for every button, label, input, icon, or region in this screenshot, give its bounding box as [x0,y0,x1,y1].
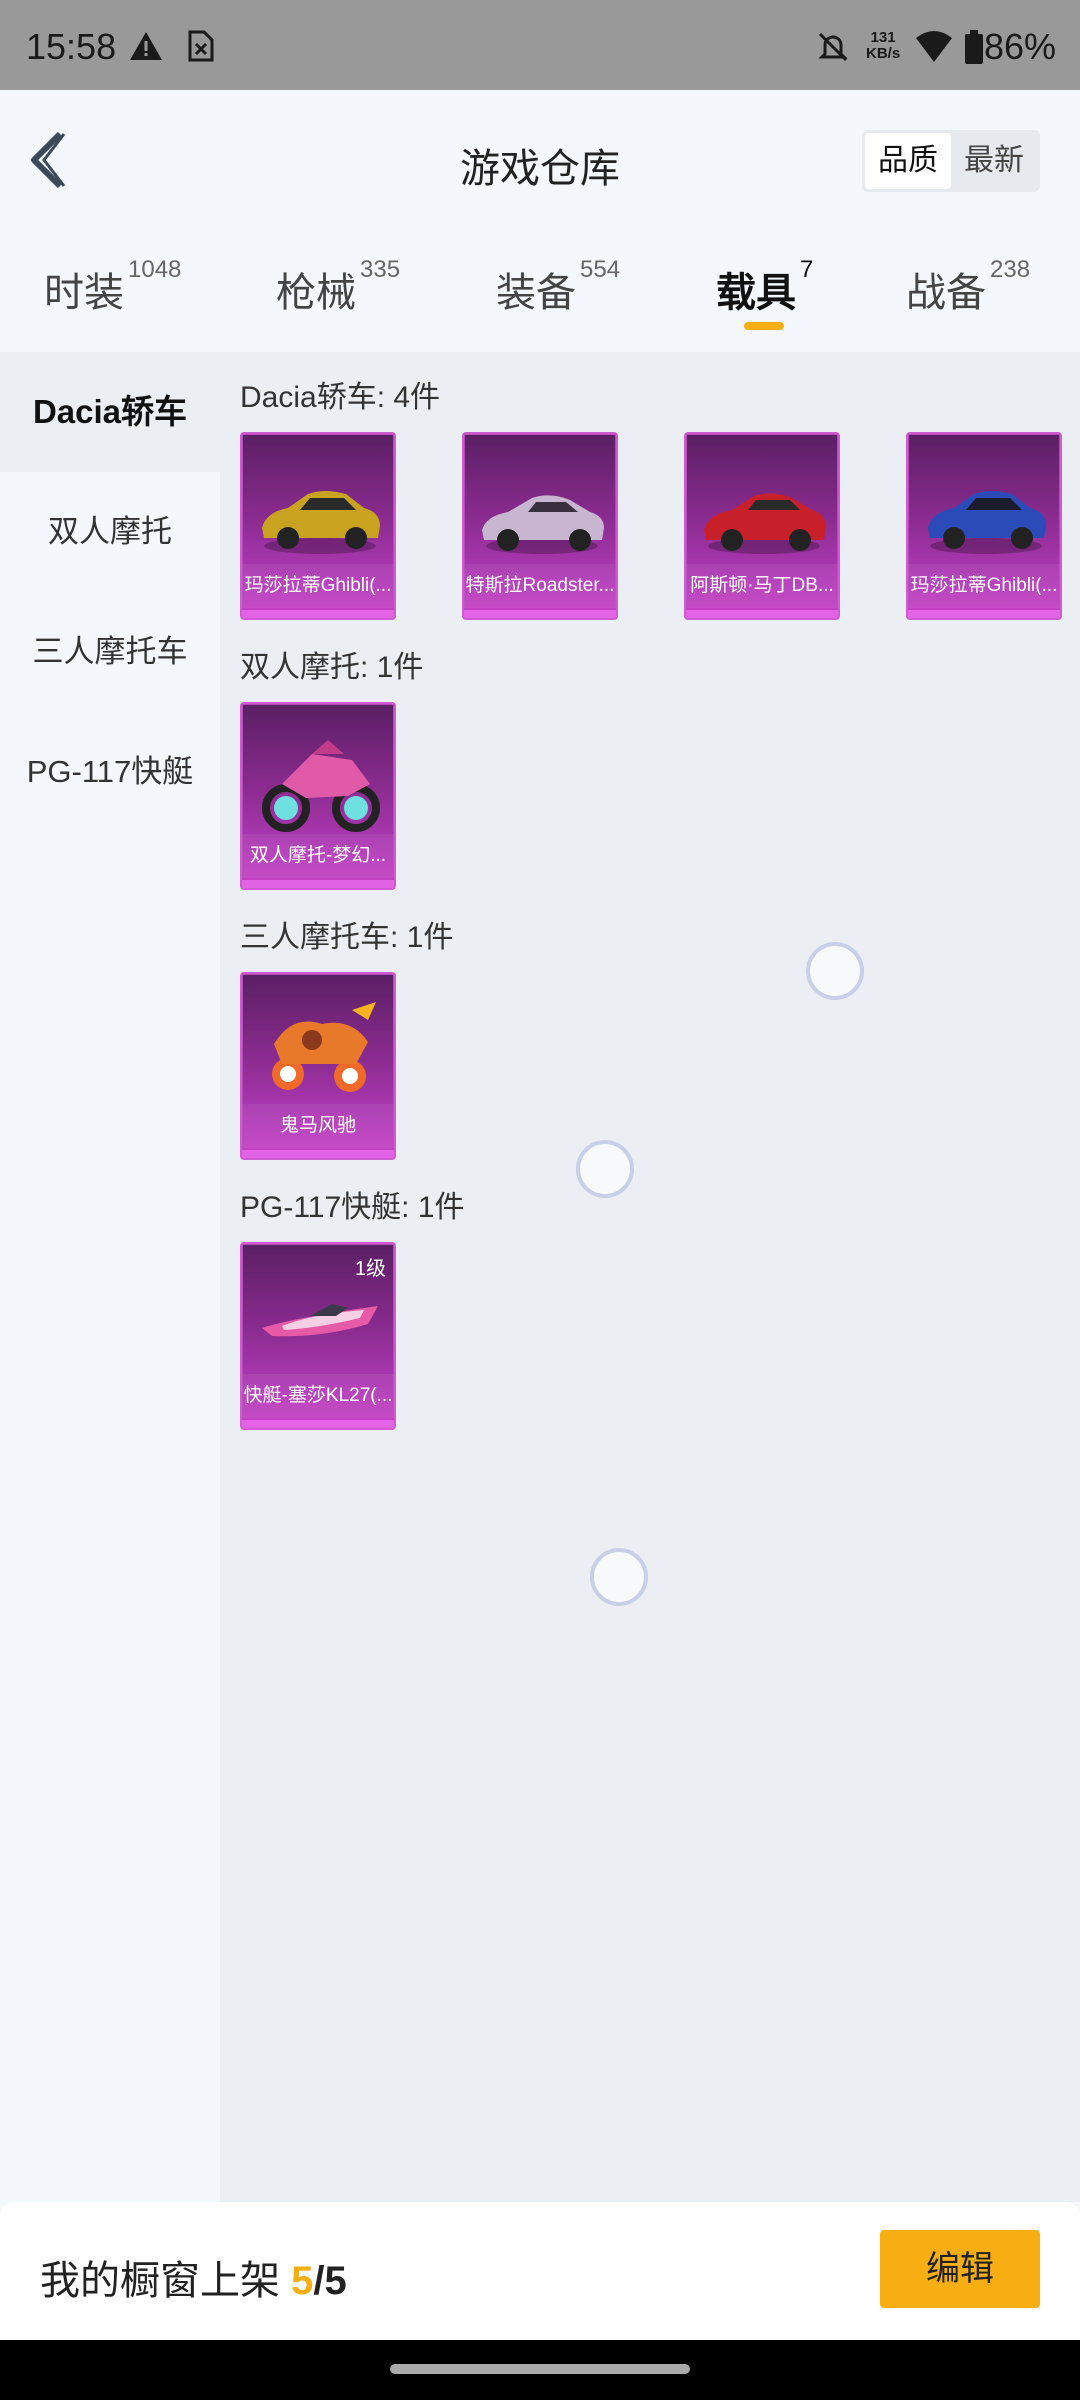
rarity-bar [686,610,838,618]
status-bar: 15:58 131 KB/s 86% [0,0,1080,90]
item-name: 阿斯顿·马丁DB... [686,564,838,608]
battery-icon [965,30,983,64]
pink-speedboat-icon [262,1304,378,1337]
net-speed: 131 KB/s [866,29,901,62]
item-card[interactable]: 玛莎拉蒂Ghibli(... [906,432,1062,620]
sort-quality-button[interactable]: 品质 [865,133,951,189]
edit-button[interactable]: 编辑 [880,2230,1040,2308]
sidebar: Dacia轿车 双人摩托 三人摩托车 PG-117快艇 [0,352,220,2202]
item-card[interactable]: 双人摩托-梦幻... [240,702,396,890]
item-name: 玛莎拉蒂Ghibli(... [908,564,1060,608]
tab-supplies[interactable]: 战备238 [906,256,1030,318]
touch-indicator [590,1548,648,1606]
section-title-dacia: Dacia轿车: 4件 [240,381,441,414]
tab-vehicles[interactable]: 载具7 [716,256,813,318]
category-tabs: 时装1048 枪械335 装备554 载具7 战备238 [0,230,1080,352]
showcase-footer: 我的橱窗上架 5/5 编辑 [0,2202,1080,2340]
item-name: 双人摩托-梦幻... [242,834,394,878]
sidebar-item-pg117-speedboat[interactable]: PG-117快艇 [0,712,220,832]
system-nav-bar [0,2340,1080,2400]
sort-toggle[interactable]: 品质 最新 [862,130,1040,192]
item-name: 鬼马风驰 [242,1104,394,1148]
warning-icon [130,32,162,60]
battery-percent: 86% [983,26,1056,67]
sort-newest-button[interactable]: 最新 [951,133,1037,189]
rarity-bar [908,610,1060,618]
item-card[interactable]: 阿斯顿·马丁DB... [684,432,840,620]
rarity-bar [242,1150,394,1158]
orange-trike-icon [272,1002,376,1092]
tab-firearms[interactable]: 枪械335 [276,256,400,318]
sidebar-item-dacia-sedan[interactable]: Dacia轿车 [0,352,220,472]
sidebar-item-three-seat-motorcycle[interactable]: 三人摩托车 [0,592,220,712]
section-title-three-seat-motorcycle: 三人摩托车: 1件 [240,921,454,954]
item-name: 快艇-塞莎KL27(... [242,1374,394,1418]
wifi-icon [916,31,952,62]
touch-indicator [576,1140,634,1198]
item-card[interactable]: 1级 快艇-塞莎KL27(... [240,1242,396,1430]
item-name: 特斯拉Roadster... [464,564,616,608]
section-title-two-seat-motorcycle: 双人摩托: 1件 [240,651,424,684]
rarity-bar [242,610,394,618]
blue-sedan-icon [928,491,1046,554]
rarity-bar [464,610,616,618]
gold-sedan-icon [262,491,380,554]
item-card[interactable]: 特斯拉Roadster... [462,432,618,620]
active-tab-indicator [744,322,784,330]
item-card[interactable]: 玛莎拉蒂Ghibli(... [240,432,396,620]
silver-roadster-icon [482,495,604,554]
section-title-speedboat: PG-117快艇: 1件 [240,1191,465,1224]
pink-motorcycle-icon [262,740,380,832]
tab-fashion[interactable]: 时装1048 [44,256,181,318]
rarity-bar [242,1420,394,1428]
rarity-bar [242,880,394,888]
sidebar-item-two-seat-motorcycle[interactable]: 双人摩托 [0,472,220,592]
header: 游戏仓库 品质 最新 [0,90,1080,230]
item-name: 玛莎拉蒂Ghibli(... [242,564,394,608]
sim-error-icon [188,30,214,62]
status-time: 15:58 [26,26,117,67]
home-gesture-handle[interactable] [390,2364,690,2374]
showcase-count: 我的橱窗上架 5/5 [40,2259,347,2303]
red-coupe-icon [704,493,826,554]
mute-bell-icon [818,32,848,62]
touch-indicator [806,942,864,1000]
tab-equipment[interactable]: 装备554 [496,256,620,318]
item-card[interactable]: 鬼马风驰 [240,972,396,1160]
item-grid-area[interactable]: Dacia轿车: 4件 玛莎拉蒂Ghibli(... 特斯拉Roadster..… [220,352,1080,2202]
